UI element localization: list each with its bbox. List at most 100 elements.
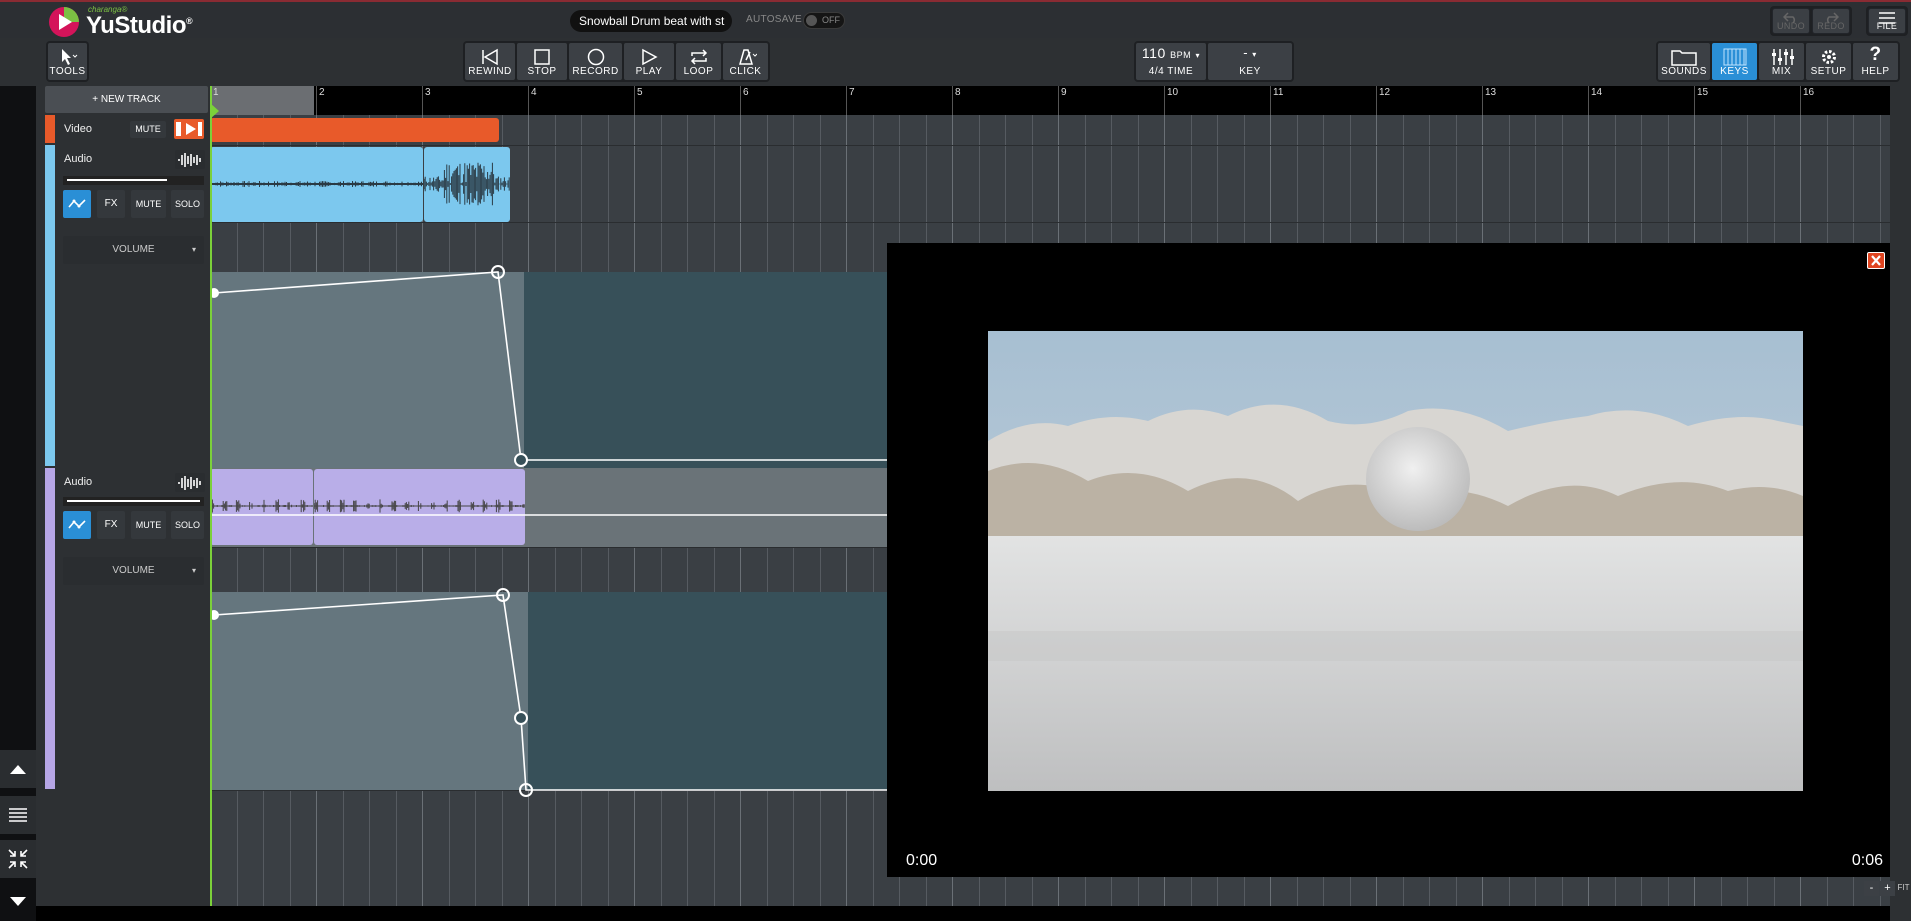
metronome-icon: [738, 49, 757, 65]
key-label: KEY: [1239, 66, 1261, 77]
vertical-scrollbar[interactable]: [1890, 86, 1911, 921]
mute-button[interactable]: MUTE: [130, 121, 166, 138]
level-meter: [63, 497, 204, 506]
autosave-toggle[interactable]: OFF: [803, 12, 845, 29]
waveform-icon[interactable]: [175, 150, 205, 169]
piano-keys-icon: [1723, 48, 1746, 66]
video-player-popup: 0:00 0:06: [887, 243, 1898, 877]
volume-select[interactable]: VOLUME ▾: [63, 236, 204, 264]
transport-group: REWIND STOP RECORD PLAY LOOP CLICK: [463, 41, 770, 82]
bar-number: 5: [637, 87, 643, 98]
key-value: -: [1243, 45, 1249, 60]
stop-button[interactable]: STOP: [517, 43, 567, 80]
record-button[interactable]: RECORD: [569, 43, 622, 80]
zoom-controls: - + FIT: [1855, 880, 1911, 921]
mix-button[interactable]: MIX: [1759, 43, 1804, 80]
video-icon[interactable]: [174, 119, 204, 139]
time-signature: 4/4 TIME: [1148, 66, 1194, 77]
setup-button[interactable]: SETUP: [1806, 43, 1851, 80]
empty-track-area: [45, 791, 208, 906]
tools-button[interactable]: TOOLS: [48, 43, 87, 80]
compress-icon: [8, 849, 28, 869]
sounds-button[interactable]: SOUNDS: [1658, 43, 1710, 80]
zoom-out-button[interactable]: -: [1864, 881, 1879, 896]
key-button[interactable]: - ▾ KEY: [1208, 43, 1292, 80]
brand-name: YuStudio®: [86, 12, 193, 39]
bar-line: [740, 86, 741, 115]
playhead[interactable]: [210, 86, 212, 906]
scroll-up-button[interactable]: [0, 750, 36, 788]
solo-button[interactable]: SOLO: [171, 190, 204, 218]
file-button[interactable]: FILE: [1868, 8, 1906, 34]
automation-button[interactable]: [63, 511, 91, 539]
chevron-down-icon: ▾: [191, 566, 196, 575]
mute-button[interactable]: MUTE: [131, 190, 166, 218]
fx-button[interactable]: FX: [97, 511, 125, 539]
gear-icon: [1821, 50, 1836, 64]
bar-line: [422, 86, 423, 115]
bar-line: [952, 86, 953, 115]
track-color-bar: [45, 115, 55, 143]
bar-number: 1: [213, 87, 219, 98]
record-icon: [587, 48, 604, 66]
menu-icon: [1879, 12, 1895, 24]
mixer-icon: [1771, 49, 1794, 65]
volume-select[interactable]: VOLUME ▾: [63, 557, 204, 585]
click-button[interactable]: CLICK: [723, 43, 768, 80]
panels-group: SOUNDS KEYS MIX SETUP ? HELP: [1656, 41, 1900, 82]
tempo-button[interactable]: 110 BPM ▾ 4/4 TIME: [1136, 43, 1206, 80]
timeline-ruler[interactable]: 1 2 3 4 5 6 7 8 9 10 11 12 13 14 15 16: [210, 86, 1890, 115]
track-list-button[interactable]: [0, 796, 36, 834]
video-duration: 0:06: [1851, 852, 1883, 869]
automation-button[interactable]: [63, 190, 91, 218]
help-icon: ?: [1869, 44, 1882, 65]
bar-line: [528, 86, 529, 115]
redo-button[interactable]: REDO: [1812, 8, 1850, 34]
bar-line: [316, 86, 317, 115]
bar-line: [1482, 86, 1483, 115]
undo-button[interactable]: UNDO: [1772, 8, 1810, 34]
video-frame[interactable]: [988, 331, 1803, 791]
automation-icon: [68, 520, 86, 529]
loop-region[interactable]: [210, 86, 314, 115]
new-track-button[interactable]: + NEW TRACK: [45, 86, 208, 113]
horizontal-scrollbar[interactable]: [36, 906, 1890, 921]
fx-button[interactable]: FX: [97, 190, 125, 218]
bar-number: 10: [1167, 87, 1179, 98]
zoom-fit-button[interactable]: FIT: [1896, 883, 1911, 895]
play-button[interactable]: PLAY: [624, 43, 674, 80]
bar-line: [1270, 86, 1271, 115]
play-icon: [642, 48, 658, 66]
collapse-button[interactable]: [0, 840, 36, 878]
list-icon: [9, 808, 27, 822]
logo: charanga® YuStudio®: [48, 6, 193, 39]
bar-number: 3: [425, 87, 431, 98]
mute-button[interactable]: MUTE: [131, 511, 166, 539]
automation-point: [514, 453, 528, 467]
redo-icon: [1826, 12, 1839, 23]
track-name: Audio: [64, 476, 93, 488]
bar-line: [1058, 86, 1059, 115]
waveform-icon[interactable]: [175, 473, 205, 492]
tools-group: TOOLS: [46, 41, 89, 82]
yustudio-app: charanga® YuStudio® Snowball Drum beat w…: [0, 0, 1911, 921]
loop-button[interactable]: LOOP: [676, 43, 721, 80]
undo-redo-group: UNDO REDO: [1770, 6, 1852, 36]
chevron-down-icon: [10, 897, 26, 906]
bar-number: 13: [1485, 87, 1497, 98]
undo-icon: [1783, 12, 1796, 23]
loop-icon: [690, 49, 707, 65]
video-current-time: 0:00: [906, 852, 938, 869]
close-icon: [1871, 255, 1881, 266]
toggle-knob: [806, 15, 817, 26]
close-video-button[interactable]: [1867, 252, 1885, 269]
zoom-in-button[interactable]: +: [1880, 881, 1895, 896]
project-title-field[interactable]: Snowball Drum beat with st: [570, 10, 732, 32]
help-button[interactable]: ? HELP: [1853, 43, 1898, 80]
keys-button[interactable]: KEYS: [1712, 43, 1757, 80]
scroll-down-button[interactable]: [0, 883, 36, 921]
pointer-icon: [61, 49, 77, 65]
rewind-button[interactable]: REWIND: [465, 43, 515, 80]
playhead-marker-icon[interactable]: [210, 103, 220, 119]
solo-button[interactable]: SOLO: [171, 511, 204, 539]
